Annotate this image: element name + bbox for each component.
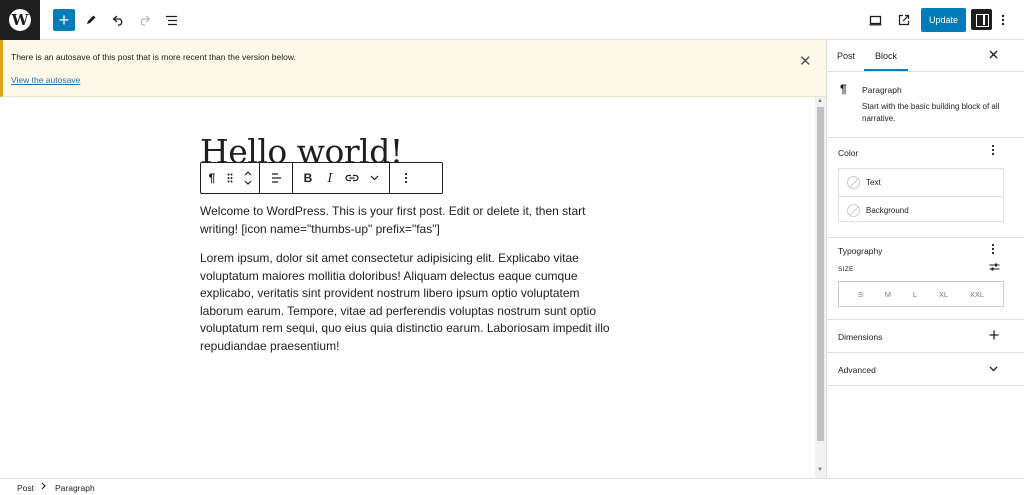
close-icon[interactable]: ✕ [799,52,812,70]
plus-icon[interactable] [989,327,999,343]
color-item-label: Text [866,178,881,187]
italic-icon[interactable]: I [319,163,341,193]
size-label: SIZE [838,266,854,273]
format-group: B I [293,163,390,193]
view-autosave-link[interactable]: View the autosave [11,75,80,85]
paragraph-icon[interactable]: ¶ [203,163,221,193]
paragraph-block[interactable]: Lorem ipsum, dolor sit amet consectetur … [200,250,620,355]
sidebar-tabs: Post Block [827,40,1024,72]
breadcrumb-item-paragraph[interactable]: Paragraph [55,483,95,493]
color-item-text[interactable]: Text [839,169,1003,196]
font-size-xxl[interactable]: XXL [970,290,984,299]
dimensions-panel[interactable]: Dimensions [827,320,1024,353]
scroll-down-icon[interactable]: ▼ [817,467,823,473]
typography-panel-title[interactable]: Typography [838,246,882,256]
tab-block[interactable]: Block [863,51,909,71]
chevron-down-icon[interactable] [363,163,385,193]
editor-header: W + Update [0,0,1024,40]
advanced-panel[interactable]: Advanced [827,353,1024,386]
chevron-down-icon[interactable] [989,364,998,375]
typography-options-icon[interactable] [991,243,995,258]
chevron-right-icon [41,482,46,492]
breadcrumb: Post Paragraph [0,478,1024,495]
font-size-s[interactable]: S [858,290,863,299]
notice-message: There is an autosave of this post that i… [11,52,296,62]
block-options-icon[interactable] [394,163,418,193]
font-size-m[interactable]: M [885,290,891,299]
color-options-box: Text Background [838,168,1004,222]
color-panel-title[interactable]: Color [838,148,858,158]
block-mover-group: ¶ [201,163,260,193]
advanced-panel-title: Advanced [838,365,876,375]
settings-icon[interactable] [971,9,992,30]
color-panel: Color Text Background [827,138,1024,238]
color-options-icon[interactable] [991,144,995,159]
typography-panel: Typography SIZE S M L XL XXL [827,238,1024,320]
breadcrumb-item-post[interactable]: Post [17,483,34,493]
pencil-icon[interactable] [80,9,102,31]
paragraph-block[interactable]: Welcome to WordPress. This is your first… [200,203,620,238]
color-item-label: Background [866,205,909,215]
settings-sidebar: Post Block ¶ Paragraph Start with the ba… [826,40,1024,478]
align-left-icon[interactable] [264,163,288,193]
tab-post[interactable]: Post [837,51,855,61]
close-sidebar-icon[interactable] [989,47,998,62]
update-button[interactable]: Update [921,8,966,32]
paragraph-line: writing! [icon name="thumbs-up" prefix="… [200,221,440,236]
move-up-down-icon[interactable] [239,163,257,193]
block-description: Start with the basic building block of a… [862,102,1000,123]
custom-size-icon[interactable] [989,262,1000,275]
block-title: Paragraph [862,85,902,95]
paragraph-icon: ¶ [840,82,847,96]
undo-icon[interactable] [107,9,129,31]
font-size-l[interactable]: L [913,290,917,299]
color-swatch [847,203,860,217]
editor-scrollbar[interactable]: ▲ ▼ [815,97,826,478]
external-link-icon[interactable] [893,9,915,31]
add-block-button[interactable]: + [53,9,75,31]
redo-icon[interactable] [133,9,155,31]
options-icon[interactable] [997,9,1009,31]
options-group [390,163,422,193]
preview-icon[interactable] [864,9,886,31]
drag-handle-icon[interactable] [221,163,239,193]
color-item-background[interactable]: Background [839,196,1003,223]
dimensions-panel-title: Dimensions [838,332,883,342]
font-size-picker: S M L XL XXL [838,281,1004,307]
autosave-notice: There is an autosave of this post that i… [0,40,826,97]
block-card: ¶ Paragraph Start with the basic buildin… [827,72,1024,138]
paragraph-line: Welcome to WordPress. This is your first… [200,204,586,218]
font-size-xl[interactable]: XL [939,290,948,299]
block-toolbar: ¶ B I [200,162,443,194]
link-icon[interactable] [341,163,363,193]
align-group [260,163,293,193]
wordpress-logo-letter: W [9,9,31,31]
bold-icon[interactable]: B [297,163,319,193]
color-swatch [847,176,860,189]
editor-canvas[interactable]: Hello world! ¶ B I Welcome to WordPress.… [0,97,815,478]
wordpress-logo-icon[interactable]: W [0,0,40,40]
scroll-up-icon[interactable]: ▲ [817,98,823,104]
list-view-icon[interactable] [160,9,182,31]
scrollbar-thumb[interactable] [817,107,824,441]
